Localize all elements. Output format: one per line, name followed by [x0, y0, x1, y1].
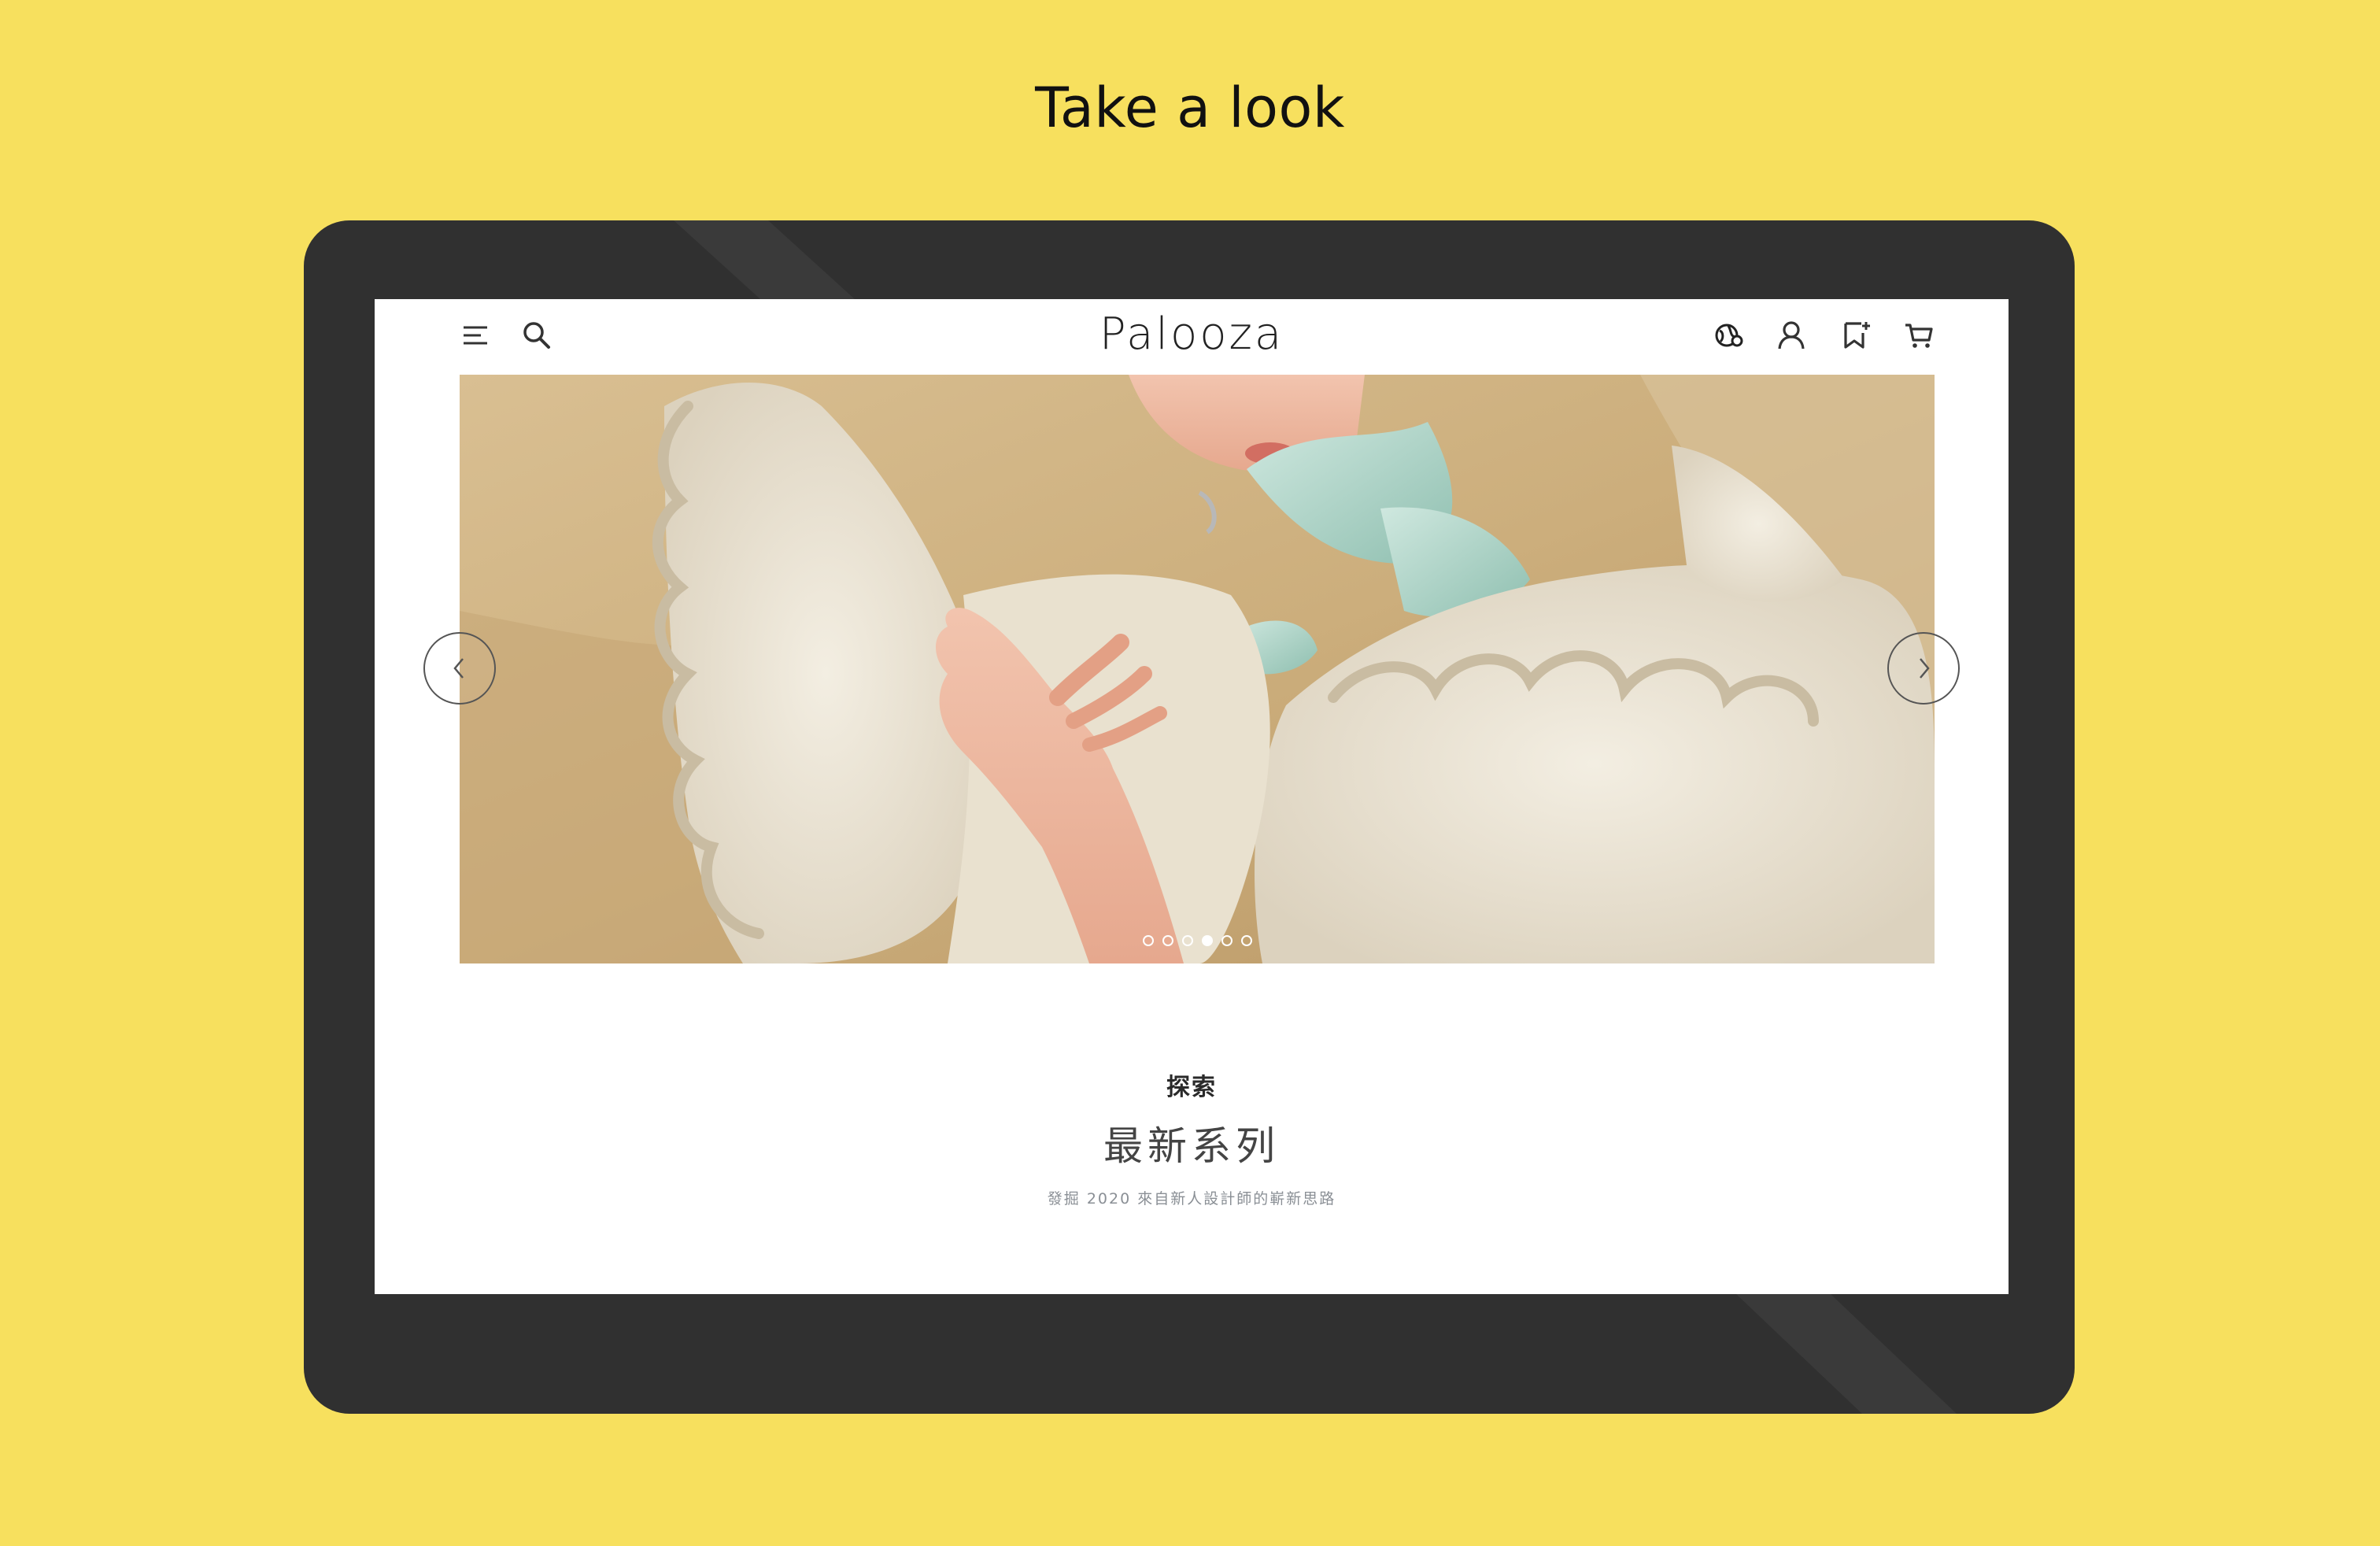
explore-kicker: 探索	[1166, 1074, 1217, 1101]
carousel-dot[interactable]	[1142, 935, 1154, 946]
tablet-device-frame: Palooza 探索 最新系列 發掘 2020 來自新人設計師的嶄新思路	[304, 220, 2075, 1414]
carousel-dot[interactable]	[1221, 935, 1232, 946]
carousel-dot[interactable]	[1181, 935, 1193, 946]
chevron-left-icon	[453, 658, 464, 679]
hero-image	[460, 375, 1935, 963]
showcase-heading: Take a look	[1035, 76, 1345, 140]
chevron-right-icon	[1920, 658, 1930, 679]
carousel-prev-button[interactable]	[423, 632, 496, 705]
carousel-dot[interactable]	[1201, 935, 1213, 946]
user-icon[interactable]	[1774, 318, 1809, 353]
site-logo[interactable]: Palooza	[375, 309, 2009, 360]
carousel-pagination	[460, 935, 1935, 946]
carousel-dot[interactable]	[1240, 935, 1252, 946]
carousel-next-button[interactable]	[1887, 632, 1960, 705]
explore-subtitle: 發掘 2020 來自新人設計師的嶄新思路	[1047, 1190, 1336, 1208]
cart-icon[interactable]	[1901, 318, 1936, 353]
site-header: Palooza	[375, 299, 2009, 375]
tablet-screen: Palooza 探索 最新系列 發掘 2020 來自新人設計師的嶄新思路	[375, 299, 2009, 1294]
explore-title: 最新系列	[1103, 1123, 1280, 1169]
globe-icon[interactable]	[1711, 318, 1746, 353]
carousel-dot[interactable]	[1162, 935, 1173, 946]
bookmark-icon[interactable]	[1839, 318, 1873, 353]
hero-carousel[interactable]	[460, 375, 1935, 963]
